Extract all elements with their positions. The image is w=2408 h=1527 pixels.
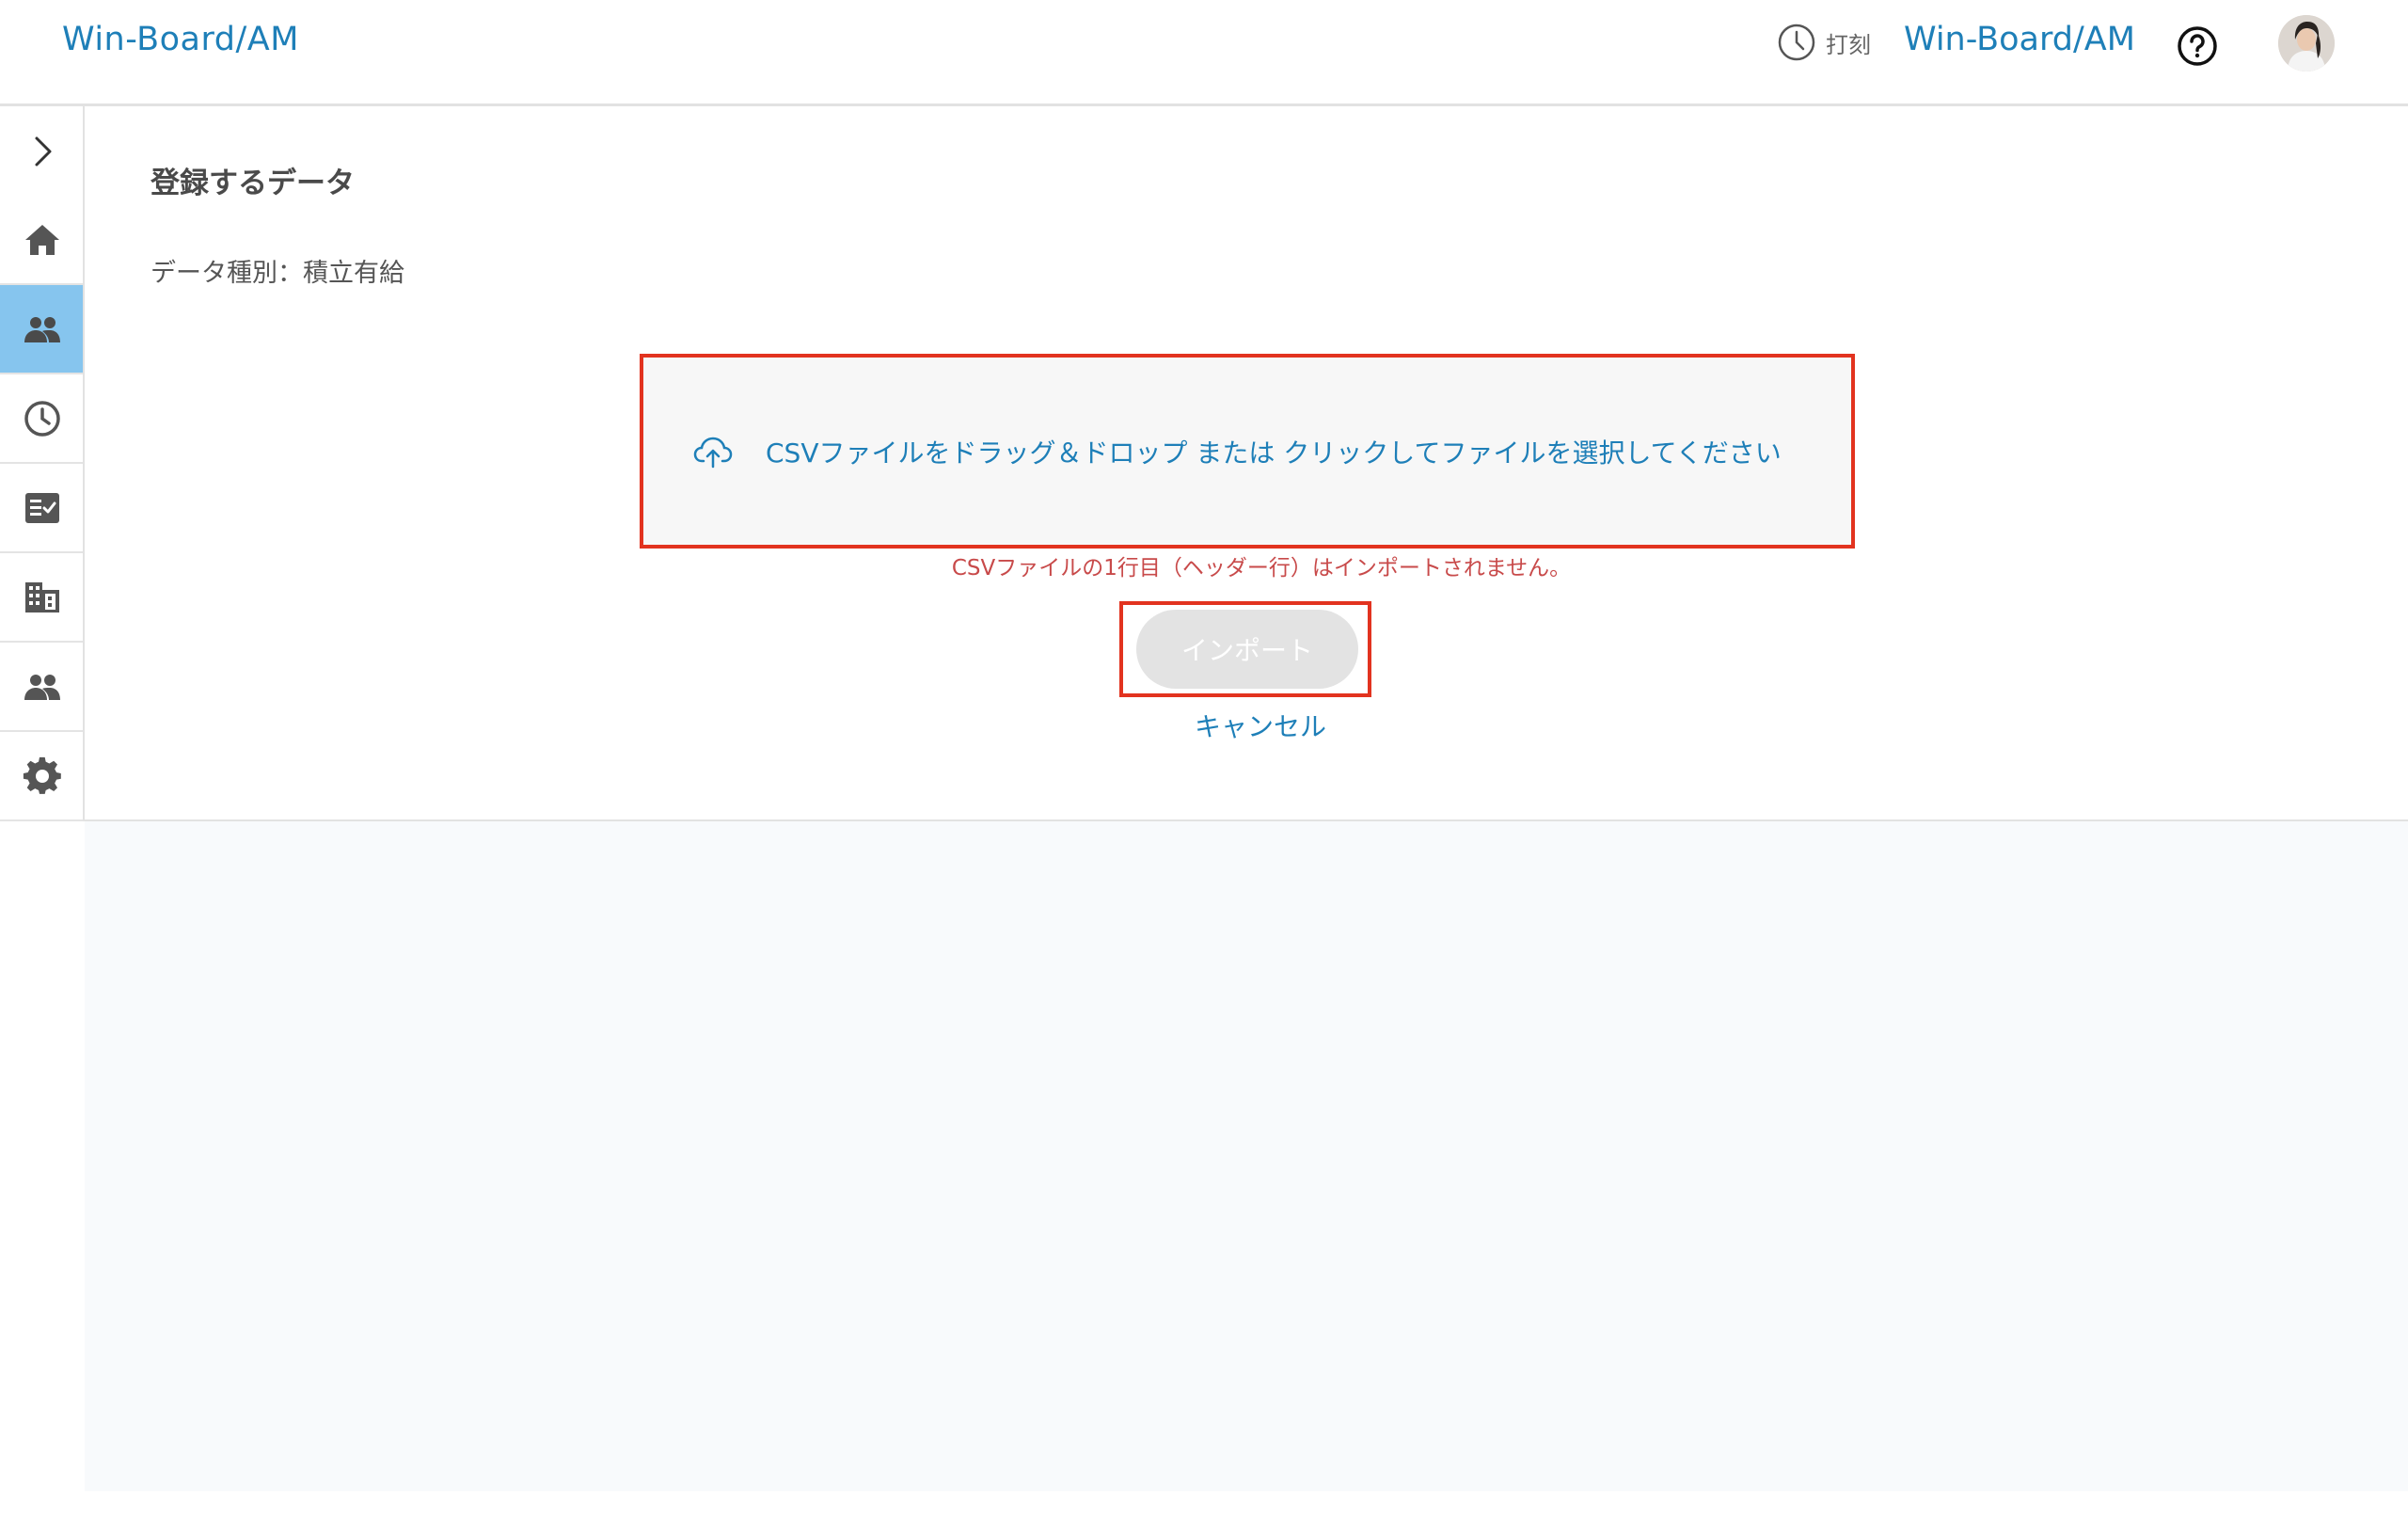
clock-icon: [24, 400, 60, 437]
avatar-image-icon: [2278, 15, 2335, 72]
header-row-notice: CSVファイルの1行目（ヘッダー行）はインポートされません。: [951, 556, 1572, 581]
app-header: Win-Board/AM 打刻 Win-Board/AM: [0, 0, 2408, 106]
sidebar-item-home[interactable]: [0, 196, 85, 285]
punch-clock-label: 打刻: [1826, 31, 1871, 58]
cancel-link[interactable]: キャンセル: [85, 707, 2408, 744]
sidebar-toggle-button[interactable]: [0, 106, 85, 196]
checklist-icon: [25, 492, 59, 523]
sidebar-item-settings[interactable]: [0, 732, 85, 821]
dropzone-text: CSVファイルをドラッグ＆ドロップ または クリックしてファイルを選択してくださ…: [766, 437, 1782, 469]
gear-icon: [23, 756, 61, 794]
import-button[interactable]: インポート: [1136, 610, 1358, 689]
sidebar: [0, 106, 85, 1527]
help-button[interactable]: [2176, 24, 2219, 68]
sidebar-item-organization[interactable]: [0, 553, 85, 643]
sidebar-item-attendance[interactable]: [0, 374, 85, 464]
help-circle-icon: [2178, 26, 2217, 66]
data-type-label: データ種別：積立有給: [150, 259, 404, 288]
home-icon: [25, 224, 59, 255]
chevron-right-icon: [35, 136, 52, 166]
sidebar-item-groups[interactable]: [0, 643, 85, 732]
building-icon: [25, 581, 59, 612]
cloud-upload-icon: [693, 437, 733, 468]
sidebar-item-tasks[interactable]: [0, 464, 85, 553]
main-content: 登録するデータ データ種別：積立有給 CSVファイルをドラッグ＆ドロップ または…: [85, 106, 2408, 1491]
bottom-strip: [0, 1491, 2408, 1527]
section-title: 登録するデータ: [150, 167, 355, 200]
people-icon: [24, 316, 60, 342]
clock-icon: [1778, 24, 1815, 61]
punch-clock-button[interactable]: 打刻: [1777, 23, 1871, 62]
app-logo[interactable]: Win-Board/AM: [62, 21, 299, 58]
import-panel: 登録するデータ データ種別：積立有給 CSVファイルをドラッグ＆ドロップ または…: [85, 106, 2408, 821]
csv-dropzone[interactable]: CSVファイルをドラッグ＆ドロップ または クリックしてファイルを選択してくださ…: [640, 354, 1855, 549]
group-icon: [24, 674, 60, 700]
sidebar-item-people[interactable]: [0, 285, 85, 374]
user-avatar[interactable]: [2278, 15, 2335, 72]
product-name: Win-Board/AM: [1904, 21, 2135, 58]
